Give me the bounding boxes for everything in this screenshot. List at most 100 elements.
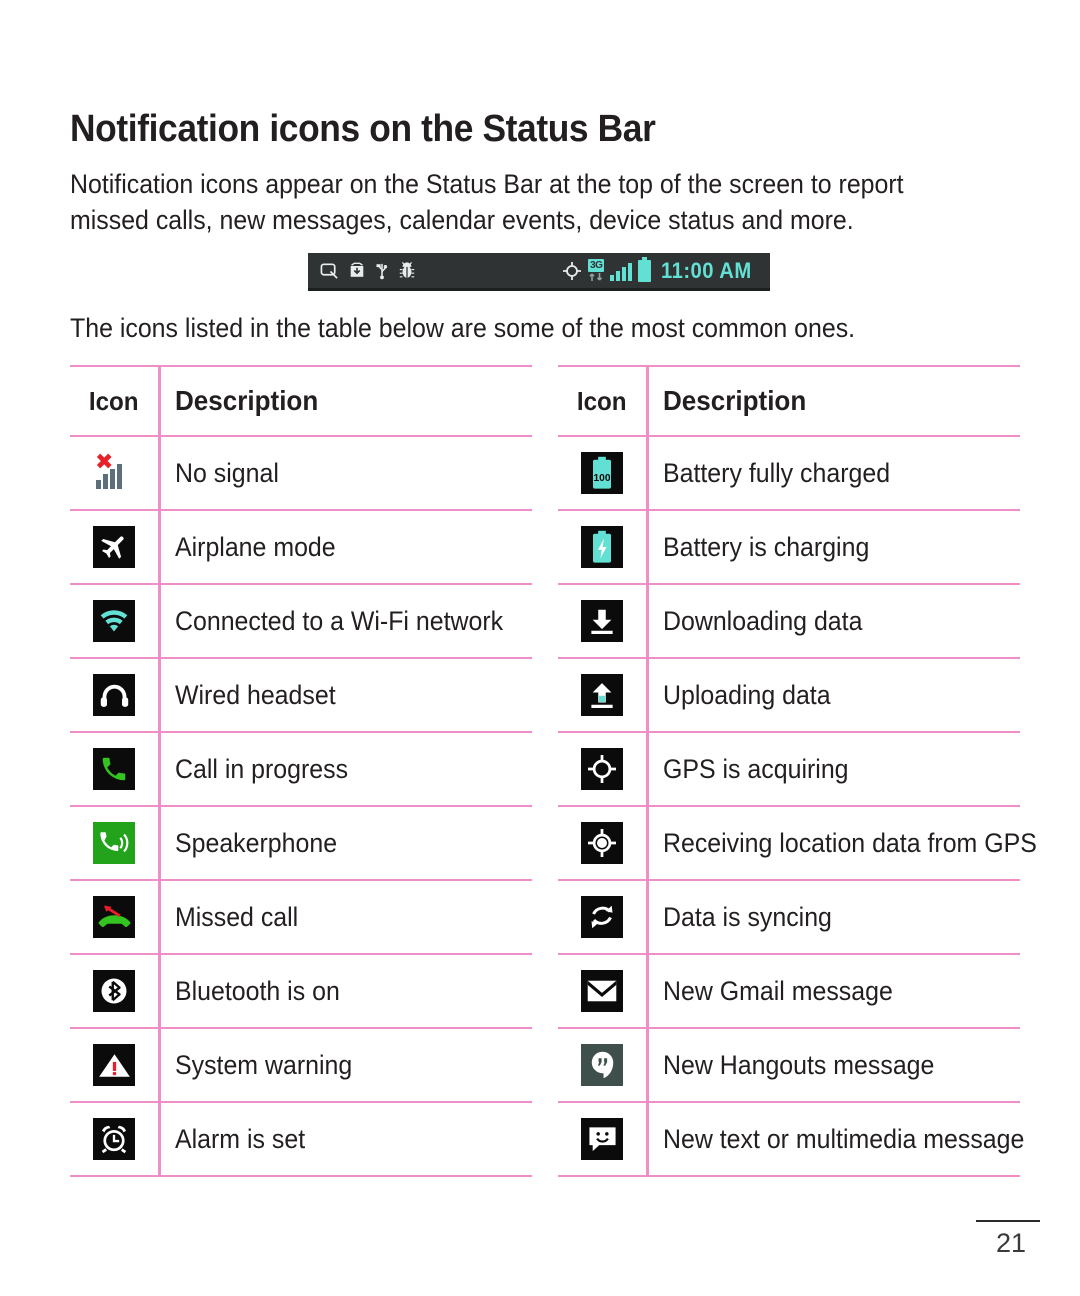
row-description: Call in progress [175,754,349,784]
table-row: Uploading data [558,657,1020,733]
description-cell: Call in progress [159,731,532,807]
status-bar-illustration: 3G 11:00 AM [308,253,770,291]
row-description: Connected to a Wi-Fi network [175,606,504,636]
icon-cell [558,509,649,585]
call-in-progress-icon [93,748,135,790]
table-row: Call in progress [70,731,532,807]
row-description: Bluetooth is on [175,976,340,1006]
status-bar-left-icons [308,261,416,280]
speakerphone-icon [93,822,135,864]
no-signal-icon: ✖ [93,452,135,494]
description-cell: New text or multimedia message [647,1101,1025,1177]
icon-cell [558,879,649,955]
row-description: No signal [175,458,279,488]
table-row: New Gmail message [558,953,1020,1029]
battery-icon [638,256,652,282]
page-title: Notification icons on the Status Bar [70,108,656,150]
table-row: GPS is acquiring [558,731,1020,807]
description-cell: No signal [159,435,532,511]
system-warning-icon [93,1044,135,1086]
status-bar-right-icons: 3G 11:00 AM [562,256,770,284]
hangouts-icon [581,1044,623,1086]
icon-cell: ✖ [70,435,161,511]
description-cell: Downloading data [647,583,1020,659]
battery-charging-icon [581,526,623,568]
column-header-icon-label: Icon [577,385,627,416]
table-row: ✖ No signal [70,435,532,511]
icon-cell [558,1101,649,1177]
bug-icon [399,262,415,278]
icon-cell [70,1101,161,1177]
row-description: Receiving location data from GPS [663,828,1037,858]
right-icon-table: Icon Description 100 Battery fully charg… [558,365,1037,1177]
icon-cell [70,1027,161,1103]
row-description: Speakerphone [175,828,338,858]
page-number: 21 [995,1228,1026,1258]
row-description: Data is syncing [663,902,832,932]
column-header-description: Description [647,365,1020,437]
description-cell: Speakerphone [159,805,532,881]
row-description: Wired headset [175,680,336,710]
table-row: Downloading data [558,583,1020,659]
icon-cell [558,1027,649,1103]
description-cell: Receiving location data from GPS [647,805,1037,881]
row-description: System warning [175,1050,353,1080]
data-arrows-icon [589,273,603,281]
description-cell: Wired headset [159,657,532,733]
gps-crosshair-icon [563,261,582,280]
description-cell: Bluetooth is on [159,953,532,1029]
intro-paragraph: Notification icons appear on the Status … [70,169,904,235]
column-header-icon-label: Icon [89,385,139,416]
column-header-icon: Icon [70,365,161,437]
description-cell: System warning [159,1027,532,1103]
icon-cell [558,657,649,733]
sync-icon [581,896,623,938]
footer-rule [976,1220,1040,1222]
icon-cell [70,657,161,733]
messaging-icon [581,1118,623,1160]
table-row: Connected to a Wi-Fi network [70,583,532,659]
row-description: Airplane mode [175,532,336,562]
table-header-row: Icon Description [558,365,1020,437]
column-header-description-label: Description [663,385,807,416]
description-cell: New Hangouts message [647,1027,1020,1103]
table-row: Airplane mode [70,509,532,585]
note-paragraph: The icons listed in the table below are … [70,313,856,343]
row-description: New text or multimedia message [663,1124,1025,1154]
upload-icon [581,674,623,716]
description-cell: Missed call [159,879,532,955]
bluetooth-on-icon [93,970,135,1012]
icon-cell [70,805,161,881]
table-row: Receiving location data from GPS [558,805,1037,881]
3g-data-icon: 3G [588,259,605,282]
icon-cell: 100 [558,435,649,511]
network-label: 3G [588,259,605,272]
icon-cell [558,731,649,807]
gmail-icon [581,970,623,1012]
icon-cell [558,583,649,659]
usb-icon [376,263,388,280]
left-icon-table: Icon Description ✖ No signal Airplane mo… [70,365,532,1177]
gps-acquiring-icon [581,748,623,790]
description-cell: Battery fully charged [647,435,1020,511]
description-cell: Connected to a Wi-Fi network [159,583,532,659]
row-description: New Hangouts message [663,1050,935,1080]
table-row: Speakerphone [70,805,532,881]
icon-cell [558,953,649,1029]
column-header-description: Description [159,365,532,437]
alarm-set-icon [93,1118,135,1160]
row-description: Battery is charging [663,532,870,562]
missed-call-icon [93,896,135,938]
download-icon [581,600,623,642]
battery-percent-label: 100 [594,473,611,484]
table-row: System warning [70,1027,532,1103]
table-header-row: Icon Description [70,365,532,437]
row-description: Battery fully charged [663,458,891,488]
battery-full-icon: 100 [581,452,623,494]
signal-bars-icon [610,261,633,281]
table-row: Battery is charging [558,509,1020,585]
icon-cell [70,953,161,1029]
description-cell: Battery is charging [647,509,1020,585]
manual-page: Notification icons on the Status Bar Not… [0,0,1080,1296]
table-row: Alarm is set [70,1101,532,1177]
